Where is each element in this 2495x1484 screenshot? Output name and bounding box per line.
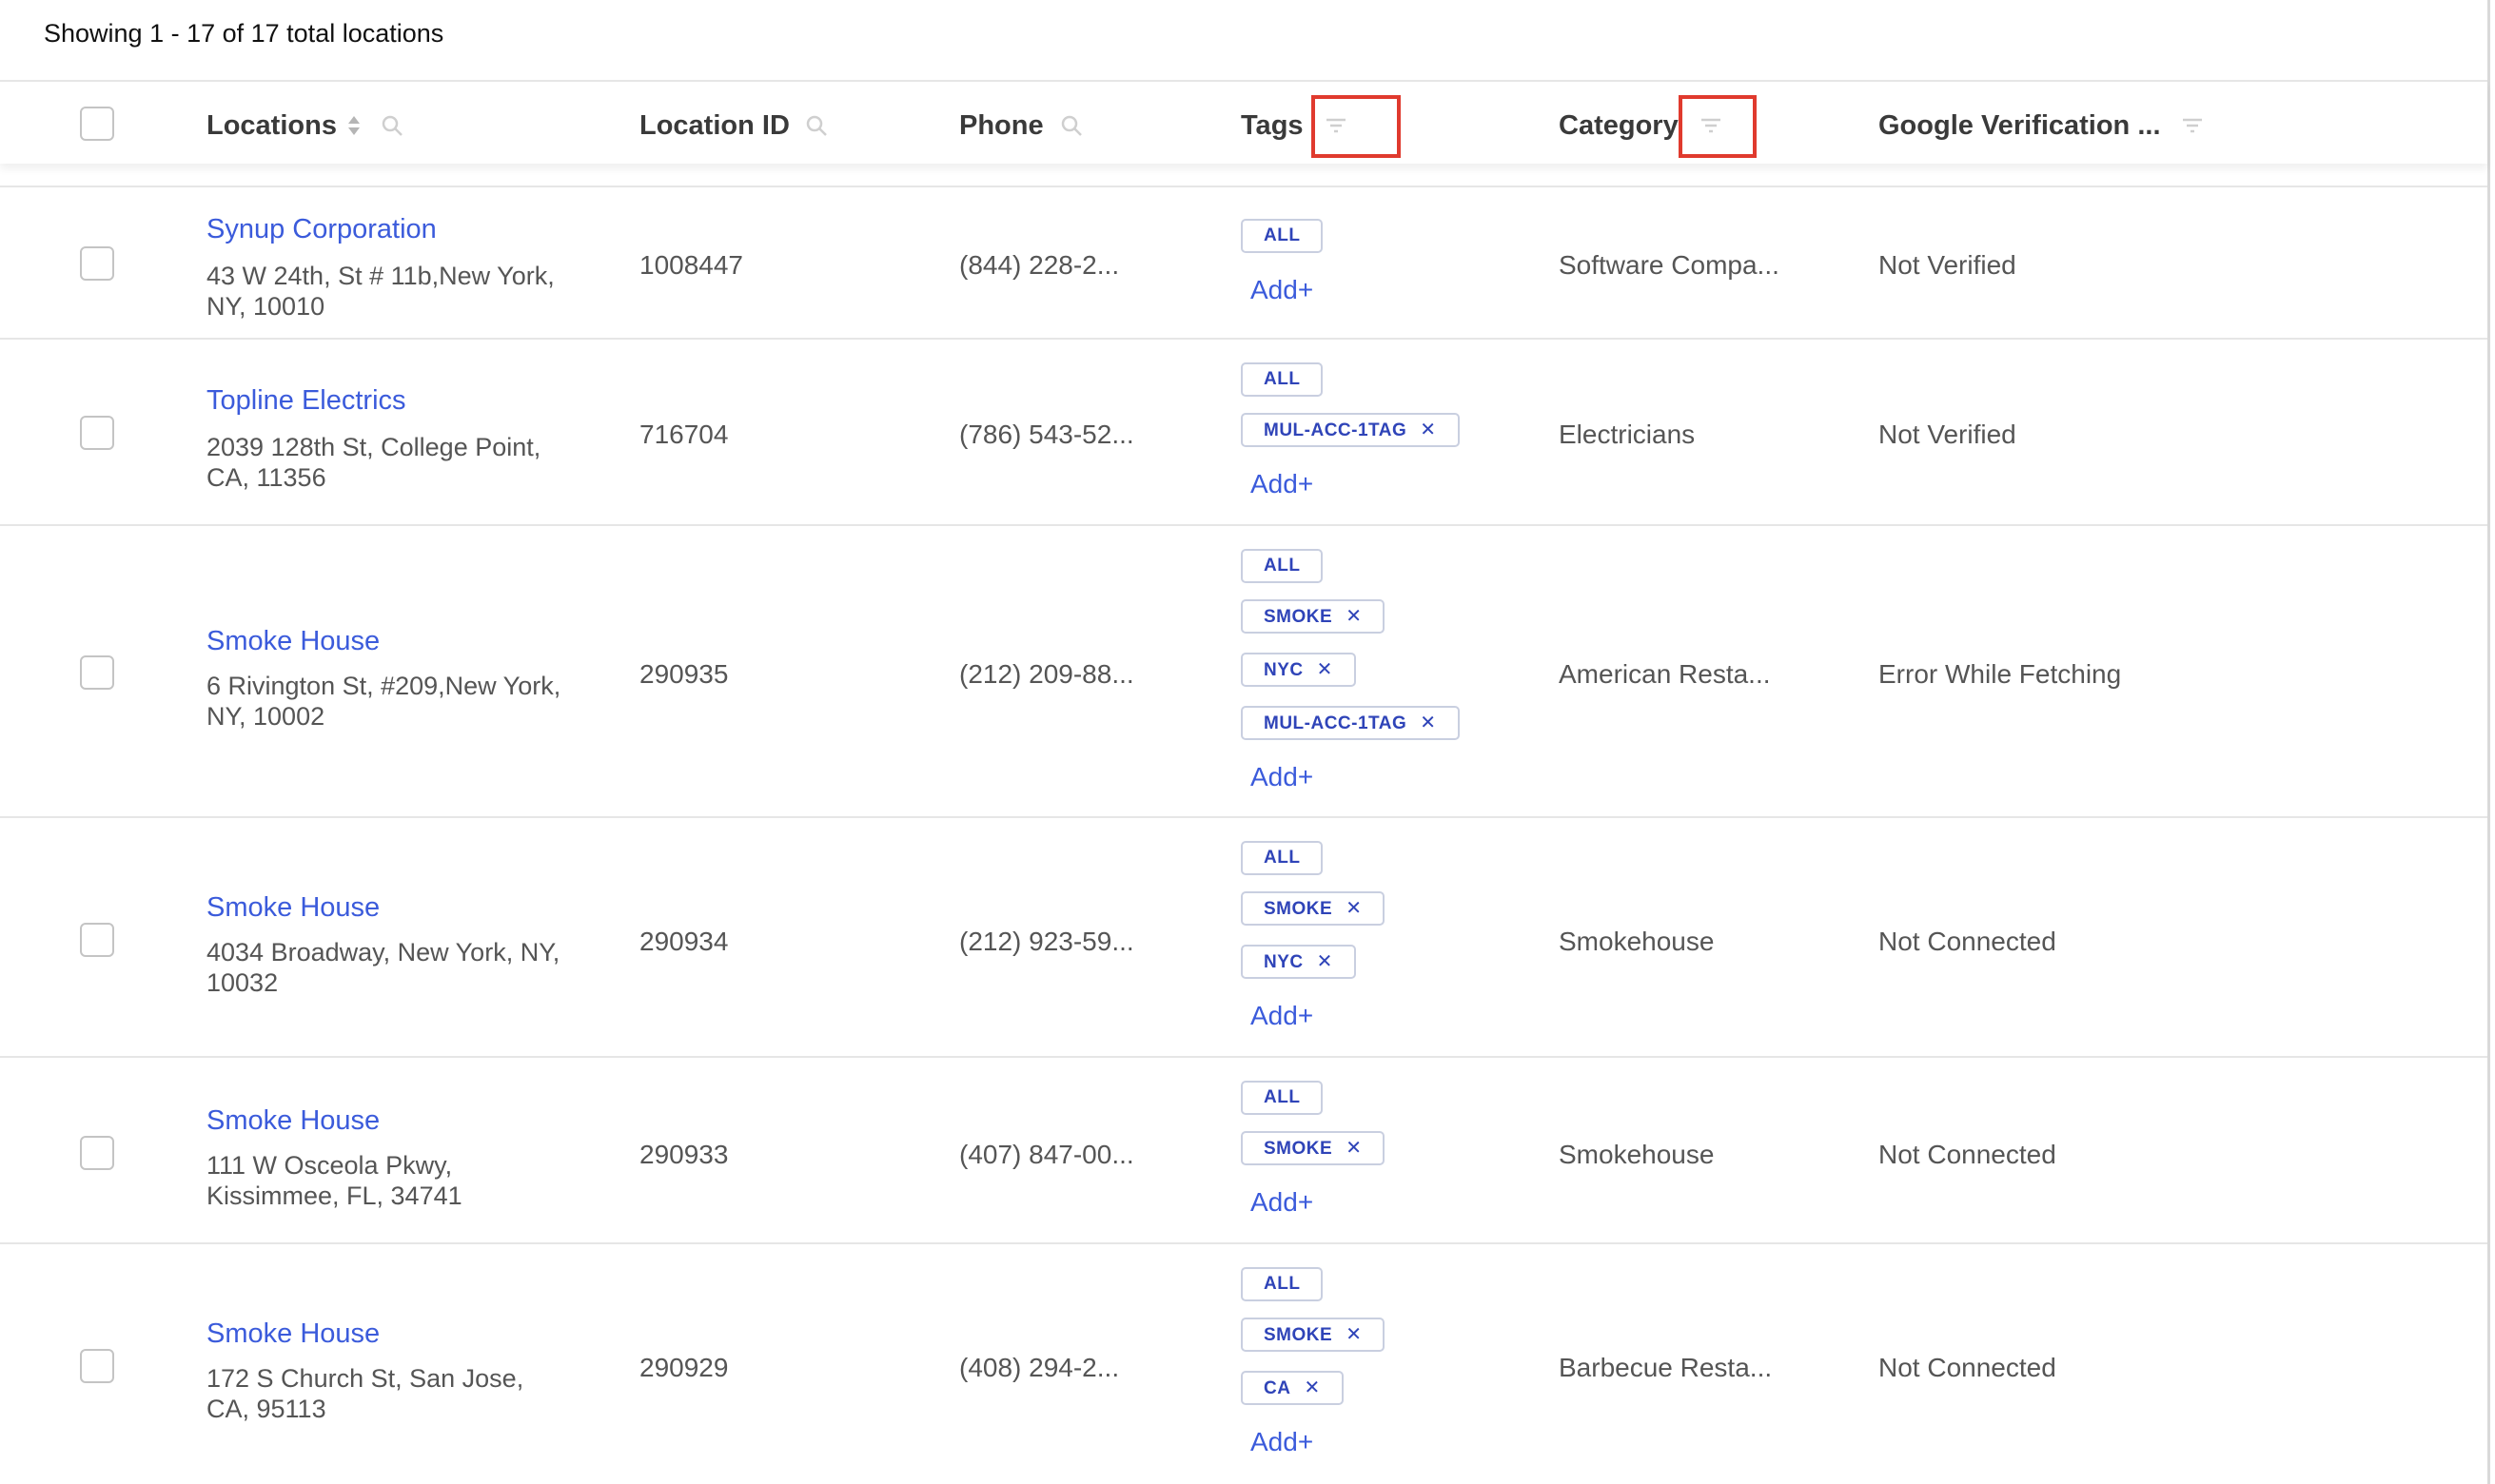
category: Smokehouse — [1559, 927, 1715, 956]
verification-status: Not Verified — [1878, 420, 2016, 449]
table-row[interactable]: Smoke House 6 Rivington St, #209,New Yor… — [0, 526, 2487, 818]
header-location-id[interactable]: Location ID — [639, 110, 790, 142]
remove-tag-icon[interactable]: ✕ — [1304, 1377, 1320, 1398]
verification-status: Error While Fetching — [1878, 659, 2122, 689]
search-icon[interactable] — [379, 112, 405, 139]
location-id: 1008447 — [639, 250, 744, 280]
remove-tag-icon[interactable]: ✕ — [1317, 951, 1333, 972]
location-address: 4034 Broadway, New York, NY, 10032 — [206, 938, 560, 997]
tag-chip: ALL — [1241, 219, 1324, 253]
table-row[interactable]: Topline Electrics 2039 128th St, College… — [0, 340, 2487, 526]
phone-number: (786) 543-52... — [959, 420, 1134, 449]
verification-status: Not Connected — [1878, 927, 2056, 956]
row-checkbox[interactable] — [80, 416, 114, 450]
tag-chip: SMOKE ✕ — [1241, 1318, 1385, 1352]
add-tag-button[interactable]: Add+ — [1250, 1001, 1313, 1031]
row-checkbox[interactable] — [80, 655, 114, 690]
location-address: 43 W 24th, St # 11b,New York, NY, 10010 — [206, 262, 555, 321]
location-id: 290929 — [639, 1353, 729, 1382]
partially-hidden-text — [206, 164, 214, 173]
phone-number: (212) 209-88... — [959, 659, 1134, 689]
add-tag-button[interactable]: Add+ — [1250, 469, 1313, 499]
search-icon[interactable] — [1058, 112, 1085, 139]
location-name-link[interactable]: Smoke House — [206, 1105, 380, 1137]
category: American Resta... — [1559, 659, 1771, 689]
remove-tag-icon[interactable]: ✕ — [1346, 1324, 1362, 1345]
location-address: 2039 128th St, College Point, CA, 11356 — [206, 433, 541, 492]
location-id: 290933 — [639, 1140, 729, 1169]
scrollbar-track[interactable] — [2487, 0, 2490, 1484]
verification-status: Not Connected — [1878, 1353, 2056, 1382]
tag-chip: ALL — [1241, 549, 1324, 583]
tag-chip: ALL — [1241, 841, 1324, 875]
row-checkbox[interactable] — [80, 246, 114, 281]
category: Smokehouse — [1559, 1140, 1715, 1169]
remove-tag-icon[interactable]: ✕ — [1420, 713, 1436, 733]
select-all-checkbox[interactable] — [80, 107, 114, 141]
remove-tag-icon[interactable]: ✕ — [1420, 420, 1436, 440]
tag-chip: ALL — [1241, 362, 1324, 397]
tag-chip: SMOKE ✕ — [1241, 891, 1385, 926]
location-name-link[interactable]: Smoke House — [206, 892, 380, 924]
header-phone[interactable]: Phone — [959, 110, 1044, 142]
row-checkbox[interactable] — [80, 923, 114, 957]
location-name-link[interactable]: Topline Electrics — [206, 385, 406, 417]
location-id: 716704 — [639, 420, 729, 449]
highlight-box-tags-filter — [1311, 95, 1401, 158]
location-id: 290935 — [639, 659, 729, 689]
location-address: 172 S Church St, San Jose, CA, 95113 — [206, 1364, 524, 1423]
tag-chip: ALL — [1241, 1267, 1324, 1301]
verification-status: Not Verified — [1878, 250, 2016, 280]
tag-chip: SMOKE ✕ — [1241, 1131, 1385, 1165]
filter-icon[interactable] — [2179, 112, 2206, 139]
row-checkbox[interactable] — [80, 1136, 114, 1170]
tag-chip: NYC ✕ — [1241, 653, 1356, 687]
location-address: 111 W Osceola Pkwy, Kissimmee, FL, 34741 — [206, 1151, 462, 1210]
header-category[interactable]: Category — [1559, 110, 1679, 142]
header-locations[interactable]: Locations — [206, 110, 337, 142]
phone-number: (844) 228-2... — [959, 250, 1120, 280]
location-id: 290934 — [639, 927, 729, 956]
header-google-verification[interactable]: Google Verification ... — [1878, 110, 2161, 142]
tag-chip: SMOKE ✕ — [1241, 599, 1385, 634]
add-tag-button[interactable]: Add+ — [1250, 275, 1313, 305]
location-name-link[interactable]: Synup Corporation — [206, 214, 437, 245]
search-icon[interactable] — [803, 112, 830, 139]
remove-tag-icon[interactable]: ✕ — [1346, 1138, 1362, 1159]
tag-chip: CA ✕ — [1241, 1371, 1344, 1405]
location-address: 6 Rivington St, #209,New York, NY, 10002 — [206, 672, 561, 731]
location-name-link[interactable]: Smoke House — [206, 626, 380, 657]
table-row[interactable]: Smoke House 172 S Church St, San Jose, C… — [0, 1244, 2487, 1484]
phone-number: (212) 923-59... — [959, 927, 1134, 956]
category: Software Compa... — [1559, 250, 1779, 280]
tag-chip: NYC ✕ — [1241, 945, 1356, 979]
table-row[interactable]: Smoke House 111 W Osceola Pkwy, Kissimme… — [0, 1058, 2487, 1244]
phone-number: (408) 294-2... — [959, 1353, 1120, 1382]
category: Barbecue Resta... — [1559, 1353, 1773, 1382]
add-tag-button[interactable]: Add+ — [1250, 1427, 1313, 1457]
table-row[interactable]: Smoke House 4034 Broadway, New York, NY,… — [0, 818, 2487, 1058]
sort-icon[interactable] — [341, 112, 367, 139]
tag-chip: ALL — [1241, 1081, 1324, 1115]
row-checkbox[interactable] — [80, 1349, 114, 1383]
tag-chip: MUL-ACC-1TAG ✕ — [1241, 706, 1460, 740]
highlight-box-category-filter — [1679, 95, 1757, 158]
results-summary: Showing 1 - 17 of 17 total locations — [44, 19, 444, 48]
remove-tag-icon[interactable]: ✕ — [1317, 659, 1333, 680]
remove-tag-icon[interactable]: ✕ — [1346, 606, 1362, 627]
tag-chip: MUL-ACC-1TAG ✕ — [1241, 413, 1460, 447]
verification-status: Not Connected — [1878, 1140, 2056, 1169]
add-tag-button[interactable]: Add+ — [1250, 762, 1313, 792]
category: Electricians — [1559, 420, 1696, 449]
header-tags[interactable]: Tags — [1241, 110, 1304, 142]
add-tag-button[interactable]: Add+ — [1250, 1187, 1313, 1218]
table-row[interactable]: Synup Corporation 43 W 24th, St # 11b,Ne… — [0, 187, 2487, 340]
table-header: Locations Location ID Phone Tags Categor… — [0, 80, 2487, 164]
phone-number: (407) 847-00... — [959, 1140, 1134, 1169]
location-name-link[interactable]: Smoke House — [206, 1318, 380, 1350]
remove-tag-icon[interactable]: ✕ — [1346, 898, 1362, 919]
